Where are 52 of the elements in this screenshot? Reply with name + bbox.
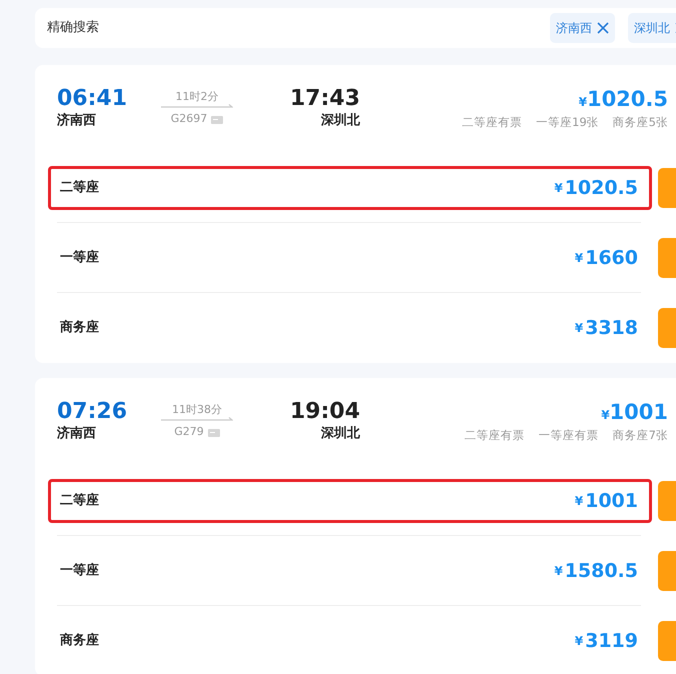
filter-chip[interactable]: 济南西: [550, 13, 615, 43]
seat-price: 1001: [585, 488, 638, 514]
currency-symbol: ¥: [574, 633, 584, 650]
seat-price: 3119: [585, 628, 638, 654]
close-icon[interactable]: [597, 22, 609, 34]
seat-availability: 商务座7张: [612, 426, 668, 444]
seat-row[interactable]: 二等座 ¥1001: [48, 479, 652, 523]
seat-row[interactable]: 商务座 ¥3318: [48, 306, 652, 350]
search-label: 精确搜索: [47, 19, 99, 38]
seat-class: 一等座: [60, 248, 99, 268]
arrival-station: 深圳北: [321, 425, 360, 444]
departure-station: 济南西: [57, 112, 97, 130]
seat-availability: 一等座19张: [536, 114, 599, 131]
train-number: G279: [174, 424, 204, 440]
duration: 11时2分: [176, 90, 218, 104]
ticket-icon: [208, 428, 220, 436]
seat-class: 商务座: [60, 318, 99, 338]
seat-availability: 二等座有票: [462, 114, 522, 131]
seat-class: 二等座: [60, 178, 99, 198]
currency-symbol: ¥: [574, 250, 584, 267]
lowest-price: 1020.5: [586, 86, 668, 111]
seat-row[interactable]: 商务座 ¥3119: [48, 619, 652, 663]
currency-symbol: ¥: [578, 94, 587, 111]
seat-price: 1580.5: [564, 558, 638, 584]
currency-symbol: ¥: [574, 320, 584, 337]
seat-class: 商务座: [60, 632, 99, 650]
seat-row[interactable]: 二等座 ¥1020.5: [48, 166, 652, 210]
filter-chip[interactable]: 深圳北: [628, 13, 676, 43]
seat-price: 3318: [585, 316, 638, 341]
seat-availability: 二等座有票: [464, 426, 525, 444]
duration: 11时38分: [172, 403, 222, 418]
departure-time: 07:26: [57, 400, 128, 424]
departure-time: 06:41: [57, 87, 128, 112]
arrival-station: 深圳北: [321, 112, 360, 130]
train-number: G2697: [170, 111, 208, 128]
seat-class: 二等座: [60, 492, 99, 510]
seat-price: 1020.5: [564, 176, 638, 201]
currency-symbol: ¥: [574, 493, 584, 510]
seat-availability: 一等座有票: [538, 426, 599, 444]
currency-symbol: ¥: [554, 180, 563, 197]
seat-row[interactable]: 一等座 ¥1580.5: [48, 549, 652, 593]
lowest-price: 1001: [610, 400, 668, 424]
arrival-time: 19:04: [290, 400, 360, 424]
seat-availability: 商务座5张: [612, 114, 668, 131]
seat-class: 一等座: [60, 562, 99, 580]
currency-symbol: ¥: [554, 563, 563, 580]
currency-symbol: ¥: [601, 406, 610, 424]
ticket-icon: [211, 116, 224, 124]
seat-row[interactable]: 一等座 ¥1660: [48, 236, 652, 280]
departure-station: 济南西: [57, 424, 97, 444]
seat-price: 1660: [585, 246, 638, 271]
arrival-time: 17:43: [290, 87, 360, 112]
